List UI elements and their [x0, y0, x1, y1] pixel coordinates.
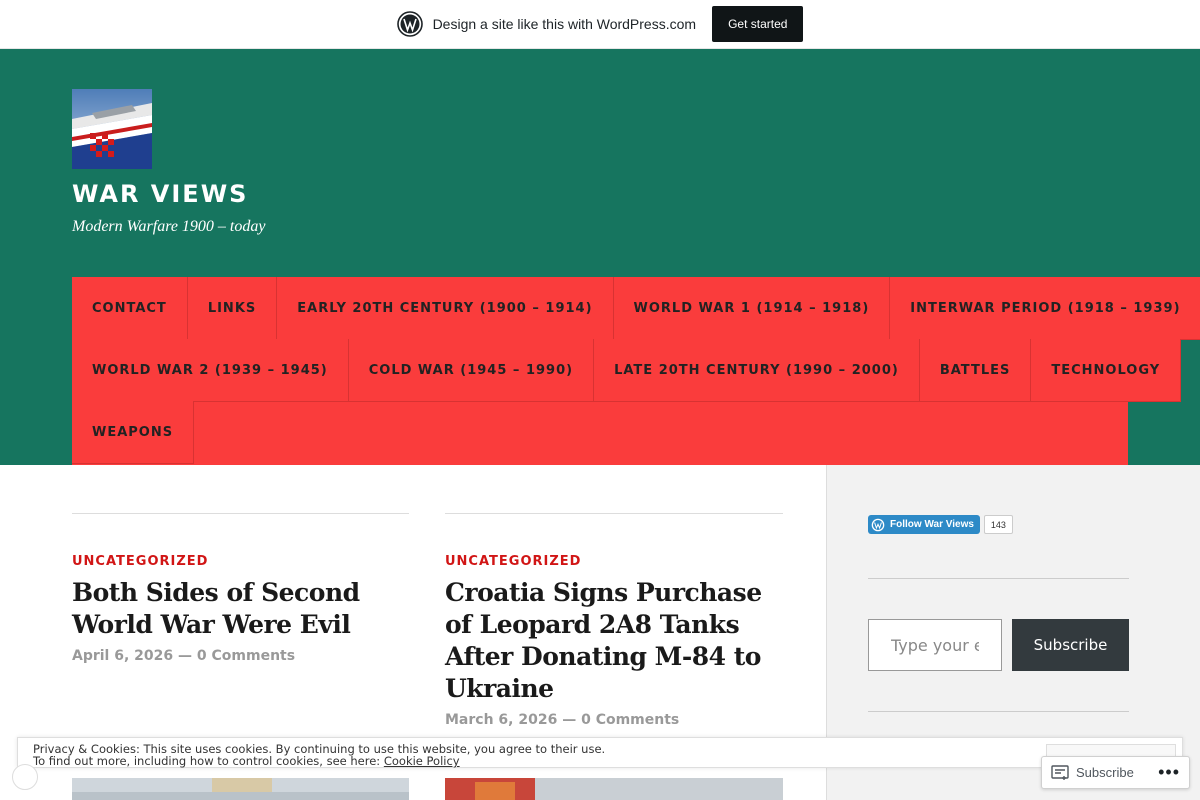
post-title[interactable]: Both Sides of Second World War Were Evil	[72, 577, 409, 641]
follow-label: Follow War Views	[890, 519, 974, 530]
follower-count: 143	[983, 515, 1013, 534]
nav-row: CONTACT LINKS EARLY 20TH CENTURY (1900 –…	[72, 277, 1200, 340]
email-input[interactable]	[868, 619, 1002, 671]
nav-row: WEAPONS	[72, 401, 1128, 464]
post-comments-link[interactable]: 0 Comments	[197, 648, 295, 664]
sidebar-divider	[868, 711, 1129, 712]
site-title[interactable]: WAR VIEWS	[72, 180, 248, 208]
promo-message: Design a site like this with WordPress.c…	[432, 16, 697, 32]
site-tagline: Modern Warfare 1900 – today	[72, 218, 266, 235]
post-category[interactable]: UNCATEGORIZED	[72, 554, 409, 569]
more-options-icon[interactable]: •••	[1158, 762, 1180, 783]
post-thumbnail-image-icon	[445, 778, 783, 800]
cookie-policy-link[interactable]: Cookie Policy	[384, 754, 460, 768]
nav-row: WORLD WAR 2 (1939 – 1945) COLD WAR (1945…	[72, 339, 1182, 402]
post-thumbnail[interactable]	[445, 778, 783, 800]
wordpress-logo-icon	[871, 518, 885, 531]
post-thumbnail-image-icon	[72, 778, 409, 800]
post-card: UNCATEGORIZED Croatia Signs Purchase of …	[445, 513, 783, 728]
post-date[interactable]: April 6, 2026	[72, 648, 173, 664]
cookie-text-secondary: To find out more, including how to contr…	[33, 755, 1167, 767]
nav-item-cold-war[interactable]: COLD WAR (1945 – 1990)	[348, 339, 595, 402]
post-comments-link[interactable]: 0 Comments	[581, 712, 679, 728]
post-meta: April 6, 2026 — 0 Comments	[72, 648, 409, 664]
nav-item-links[interactable]: LINKS	[187, 277, 278, 340]
wordpress-promo-bar: Design a site like this with WordPress.c…	[0, 0, 1200, 49]
post-date[interactable]: March 6, 2026	[445, 712, 557, 728]
nav-item-world-war-2[interactable]: WORLD WAR 2 (1939 – 1945)	[72, 339, 349, 402]
main-navigation: CONTACT LINKS EARLY 20TH CENTURY (1900 –…	[72, 277, 1200, 465]
nav-item-early-20th-century[interactable]: EARLY 20TH CENTURY (1900 – 1914)	[277, 277, 614, 340]
nav-item-late-20th-century[interactable]: LATE 20TH CENTURY (1990 – 2000)	[594, 339, 920, 402]
subscribe-button[interactable]: Subscribe	[1012, 619, 1129, 671]
post-card: UNCATEGORIZED Both Sides of Second World…	[72, 513, 409, 664]
floating-subscribe-bar: Subscribe •••	[1041, 756, 1190, 789]
site-header: WAR VIEWS Modern Warfare 1900 – today CO…	[0, 49, 1200, 465]
nav-item-weapons[interactable]: WEAPONS	[72, 401, 195, 464]
cookie-text-prefix: To find out more, including how to contr…	[33, 754, 384, 768]
nav-item-technology[interactable]: TECHNOLOGY	[1031, 339, 1182, 402]
meta-separator: —	[178, 648, 193, 664]
post-category[interactable]: UNCATEGORIZED	[445, 554, 783, 569]
widget-toggle-icon[interactable]	[12, 764, 38, 790]
get-started-button[interactable]: Get started	[712, 6, 804, 42]
nav-item-interwar-period[interactable]: INTERWAR PERIOD (1918 – 1939)	[890, 277, 1200, 340]
follow-button[interactable]: Follow War Views	[868, 515, 980, 534]
floating-subscribe-button[interactable]: Subscribe	[1076, 765, 1134, 780]
post-title[interactable]: Croatia Signs Purchase of Leopard 2A8 Ta…	[445, 577, 783, 705]
post-thumbnail[interactable]	[72, 778, 409, 800]
site-logo-image-icon	[72, 89, 152, 169]
nav-item-battles[interactable]: BATTLES	[919, 339, 1032, 402]
cookie-notice: Privacy & Cookies: This site uses cookie…	[17, 737, 1183, 768]
nav-item-contact[interactable]: CONTACT	[72, 277, 188, 340]
post-meta: March 6, 2026 — 0 Comments	[445, 712, 783, 728]
site-logo[interactable]	[72, 89, 152, 169]
reader-subscribe-icon	[1051, 764, 1069, 780]
sidebar-divider	[868, 578, 1129, 579]
meta-separator: —	[562, 712, 577, 728]
nav-item-world-war-1[interactable]: WORLD WAR 1 (1914 – 1918)	[613, 277, 891, 340]
follow-widget: Follow War Views 143	[868, 515, 1013, 534]
wordpress-logo-icon[interactable]	[396, 11, 423, 37]
